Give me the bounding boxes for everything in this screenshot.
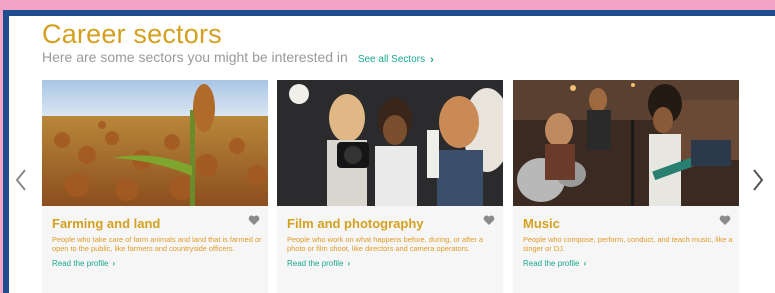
carousel-prev-button[interactable] [13, 166, 29, 194]
card-description: People who compose, perform, conduct, an… [523, 235, 733, 253]
chevron-right-icon [753, 169, 764, 191]
read-profile-link[interactable]: Read the profile › [52, 259, 115, 268]
card-title: Music [523, 216, 560, 231]
carousel-next-button[interactable] [750, 166, 766, 194]
farming-image [42, 80, 268, 206]
subtitle-row: Here are some sectors you might be inter… [42, 49, 434, 66]
chevron-right-icon: › [583, 259, 587, 268]
heart-icon[interactable] [719, 215, 731, 226]
read-profile-label: Read the profile [287, 259, 344, 268]
read-profile-link[interactable]: Read the profile › [523, 259, 586, 268]
sector-card-film[interactable]: Film and photography People who work on … [277, 80, 503, 293]
film-image [277, 80, 503, 206]
read-profile-label: Read the profile [523, 259, 580, 268]
see-all-sectors-link[interactable]: See all Sectors › [358, 54, 434, 66]
card-title: Film and photography [287, 216, 424, 231]
sector-card-music[interactable]: Music People who compose, perform, condu… [513, 80, 739, 293]
read-profile-label: Read the profile [52, 259, 109, 268]
chevron-left-icon [15, 169, 26, 191]
page-title: Career sectors [42, 19, 222, 49]
music-image [513, 80, 739, 206]
heart-icon[interactable] [248, 215, 260, 226]
chevron-right-icon: › [347, 259, 351, 268]
chevron-right-icon: › [430, 53, 434, 66]
see-all-label: See all Sectors [357, 54, 426, 65]
card-description: People who work on what happens before, … [287, 235, 483, 253]
sector-card-farming[interactable]: Farming and land People who take care of… [42, 80, 268, 293]
card-description: People who take care of farm animals and… [52, 235, 262, 253]
card-title: Farming and land [52, 216, 161, 231]
read-profile-link[interactable]: Read the profile › [287, 259, 350, 268]
page-subtitle: Here are some sectors you might be inter… [42, 49, 348, 65]
heart-icon[interactable] [483, 215, 495, 226]
chevron-right-icon: › [112, 259, 116, 268]
